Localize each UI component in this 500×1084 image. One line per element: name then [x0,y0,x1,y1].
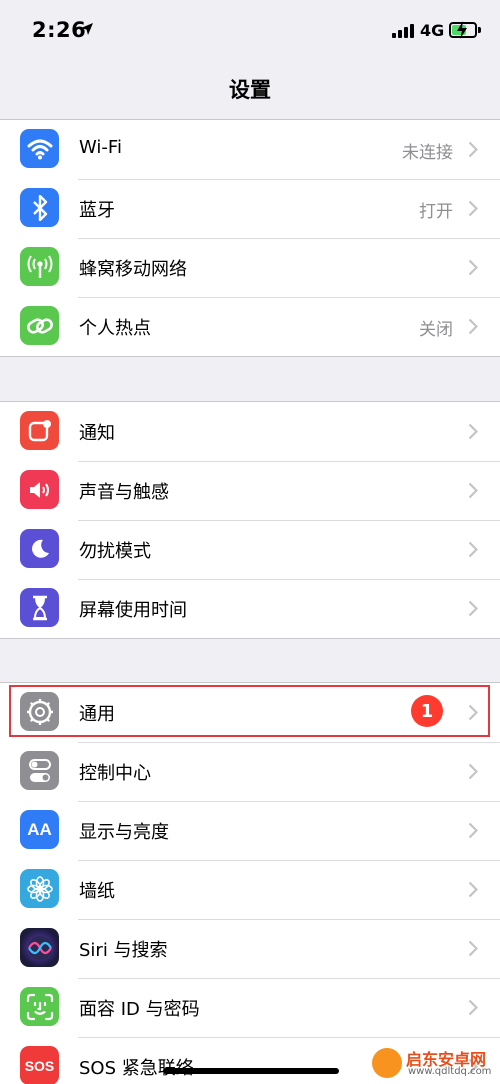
settings-group-notifications: 通知 声音与触感 勿扰模式 屏幕使用时间 [0,401,500,639]
settings-row-screen-time[interactable]: 屏幕使用时间 [0,579,500,638]
row-label: 墙纸 [79,881,115,902]
chevron-right-icon [468,600,478,617]
face-id-icon [20,987,59,1026]
location-arrow-icon [81,23,93,35]
toggle-switches-icon [20,751,59,790]
row-label: 控制中心 [79,763,151,784]
chevron-right-icon [468,141,478,158]
gear-icon [20,692,59,731]
chevron-right-icon [468,999,478,1016]
settings-row-siri[interactable]: Siri 与搜索 [0,919,500,978]
row-label: Wi-Fi [79,137,122,158]
row-label: 屏幕使用时间 [79,600,187,621]
settings-group-system: 通用 1 控制中心 AA 显示与亮度 墙纸 Siri 与搜索 面容 ID 与密码… [0,682,500,1084]
chevron-right-icon [468,482,478,499]
chevron-right-icon [468,541,478,558]
hotspot-link-icon [20,306,59,345]
home-indicator[interactable] [163,1068,339,1074]
settings-group-connectivity: Wi-Fi 未连接 蓝牙 打开 蜂窝移动网络 个人热点 关闭 [0,119,500,357]
row-label: 显示与亮度 [79,822,169,843]
settings-row-notifications[interactable]: 通知 [0,402,500,461]
watermark-url: www.qdltdq.com [408,1066,492,1077]
wifi-icon [20,129,59,168]
row-value: 关闭 [419,320,453,340]
settings-row-cellular[interactable]: 蜂窝移动网络 [0,238,500,297]
chevron-right-icon [468,423,478,440]
settings-row-control-center[interactable]: 控制中心 [0,742,500,801]
bluetooth-icon [20,188,59,227]
status-time: 2:26 [32,18,87,42]
settings-row-display[interactable]: AA 显示与亮度 [0,801,500,860]
row-label: 面容 ID 与密码 [79,999,200,1020]
watermark-logo-icon [372,1048,402,1078]
settings-row-hotspot[interactable]: 个人热点 关闭 [0,297,500,356]
cellular-signal-icon [392,24,416,38]
charging-bolt-icon [457,21,467,39]
chevron-right-icon [468,822,478,839]
settings-row-wallpaper[interactable]: 墙纸 [0,860,500,919]
text-size-icon: AA [20,810,59,849]
chevron-right-icon [468,259,478,276]
chevron-right-icon [468,318,478,335]
row-label: 个人热点 [79,318,151,339]
update-badge: 1 [411,695,443,727]
settings-row-bluetooth[interactable]: 蓝牙 打开 [0,179,500,238]
settings-row-face-id[interactable]: 面容 ID 与密码 [0,978,500,1037]
chevron-right-icon [468,704,478,721]
row-label: 勿扰模式 [79,541,151,562]
chevron-right-icon [468,940,478,957]
row-value: 未连接 [402,143,453,163]
row-label: SOS 紧急联络 [79,1058,194,1079]
settings-row-wifi[interactable]: Wi-Fi 未连接 [0,120,500,179]
speaker-icon [20,470,59,509]
hourglass-icon [20,588,59,627]
network-type: 4G [420,21,445,40]
settings-row-general[interactable]: 通用 1 [0,683,500,742]
row-label: 通用 [79,704,115,725]
flower-icon [20,869,59,908]
row-label: 通知 [79,423,115,444]
row-value: 打开 [419,202,453,222]
chevron-right-icon [468,763,478,780]
notification-icon [20,411,59,450]
chevron-right-icon [468,200,478,217]
page-title: 设置 [229,78,271,102]
watermark: 启东安卓网 www.qdltdq.com [372,1044,496,1082]
moon-icon [20,529,59,568]
row-label: Siri 与搜索 [79,940,168,961]
chevron-right-icon [468,881,478,898]
settings-row-sounds[interactable]: 声音与触感 [0,461,500,520]
sos-icon: SOS [20,1046,59,1084]
siri-icon [20,928,59,967]
status-bar: 2:26 4G [0,0,500,62]
row-label: 蜂窝移动网络 [79,259,187,280]
settings-row-do-not-disturb[interactable]: 勿扰模式 [0,520,500,579]
row-label: 声音与触感 [79,482,169,503]
cellular-antenna-icon [20,247,59,286]
row-label: 蓝牙 [79,200,115,221]
